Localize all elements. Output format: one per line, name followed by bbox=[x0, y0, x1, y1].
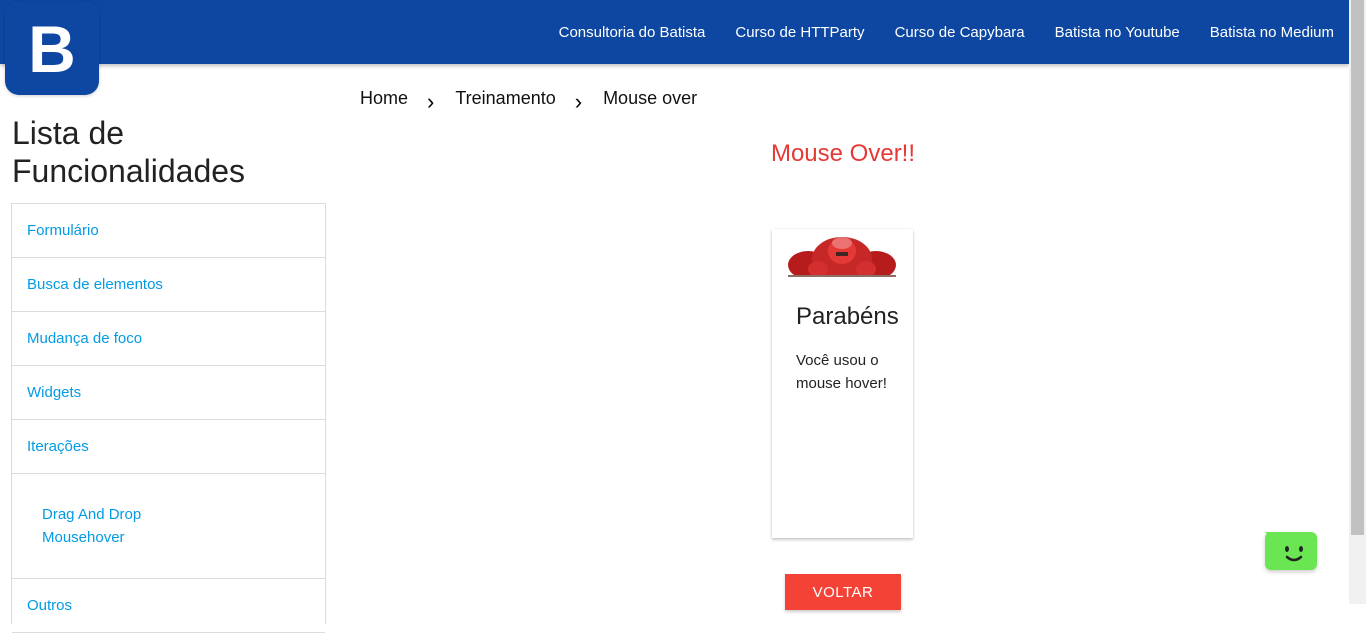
sidebar-item-widgets[interactable]: Widgets bbox=[12, 366, 325, 420]
sidebar-item-mudanca-foco[interactable]: Mudança de foco bbox=[12, 312, 325, 366]
sidebar-menu: Formulário Busca de elementos Mudança de… bbox=[11, 203, 326, 633]
page-scrollbar[interactable] bbox=[1349, 0, 1366, 604]
breadcrumb-treinamento[interactable]: Treinamento bbox=[455, 88, 555, 109]
smiley-chat-icon bbox=[1265, 532, 1303, 562]
nav-youtube-link[interactable]: Batista no Youtube bbox=[1055, 24, 1180, 41]
card-image bbox=[788, 237, 896, 277]
card-text: Você usou o mouse hover! bbox=[796, 352, 887, 392]
hover-card[interactable]: Parabéns Você usou o mouse hover! bbox=[772, 229, 913, 538]
chat-widget-button[interactable] bbox=[1265, 532, 1317, 570]
logo-letter: B bbox=[28, 12, 76, 86]
sidebar-item-formulario[interactable]: Formulário bbox=[12, 204, 325, 258]
chevron-right-icon: › bbox=[574, 89, 583, 114]
sidebar-item-iteracoes[interactable]: Iterações bbox=[12, 420, 325, 474]
nav-medium-link[interactable]: Batista no Medium bbox=[1210, 24, 1334, 41]
back-button[interactable]: VOLTAR bbox=[785, 574, 901, 610]
nav-consultoria-link[interactable]: Consultoria do Batista bbox=[559, 24, 706, 41]
scrollbar-thumb[interactable] bbox=[1351, 0, 1364, 535]
breadcrumb-home[interactable]: Home bbox=[360, 88, 408, 109]
breadcrumb: Home › Treinamento › Mouse over bbox=[360, 86, 698, 115]
sidebar-title: Lista de Funcionalidades bbox=[12, 115, 246, 189]
top-nav-links: Consultoria do Batista Curso de HTTParty… bbox=[529, 0, 1334, 64]
sidebar-item-busca-elementos[interactable]: Busca de elementos bbox=[12, 258, 325, 312]
page-title: Mouse Over!! bbox=[770, 140, 916, 167]
nav-capybara-link[interactable]: Curso de Capybara bbox=[895, 24, 1025, 41]
brand-logo[interactable]: B bbox=[5, 1, 99, 95]
chevron-right-icon: › bbox=[427, 89, 435, 114]
breadcrumb-mouse-over: Mouse over bbox=[603, 87, 698, 108]
nav-httparty-link[interactable]: Curso de HTTParty bbox=[735, 24, 864, 41]
sidebar-subitem-drag-drop[interactable]: Drag And Drop bbox=[42, 503, 325, 526]
sidebar-subitem-mousehover[interactable]: Mousehover bbox=[42, 526, 325, 549]
top-navbar: Consultoria do Batista Curso de HTTParty… bbox=[0, 0, 1349, 64]
sidebar-item-outros[interactable]: Outros bbox=[12, 579, 325, 633]
sidebar-submenu-iteracoes: Drag And Drop Mousehover bbox=[12, 474, 325, 579]
card-title: Parabéns bbox=[796, 303, 899, 330]
